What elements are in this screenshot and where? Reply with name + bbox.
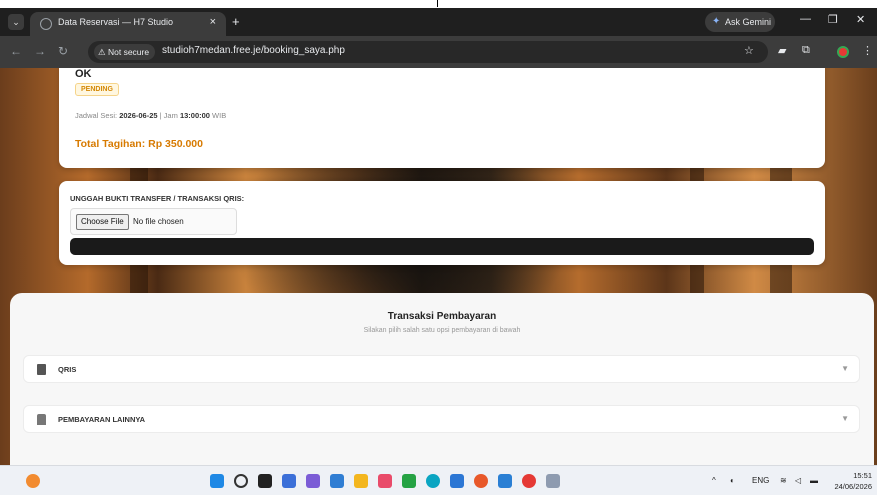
back-icon[interactable]: ← [10, 44, 22, 58]
extensions-icon[interactable]: ⧉ [802, 44, 810, 57]
forward-icon[interactable]: → [34, 44, 46, 58]
vscode-icon[interactable] [498, 474, 512, 488]
booking-card: OK PENDING Jadwal Sesi: 2026-06-25 | Jam… [59, 68, 825, 168]
store-icon[interactable] [450, 474, 464, 488]
no-file-text: No file chosen [133, 217, 184, 226]
top-strip [0, 0, 877, 8]
ask-gemini-label: Ask Gemini [725, 17, 772, 27]
minimize-button[interactable]: — [800, 13, 811, 25]
language-indicator[interactable]: ENG [752, 476, 769, 485]
accordion-label: QRIS [58, 365, 77, 374]
submit-button[interactable] [70, 238, 814, 255]
payment-subtitle: Silakan pilih salah satu opsi pembayaran… [363, 327, 521, 334]
tab-search-icon[interactable]: ⌄ [8, 14, 24, 30]
profile-avatar[interactable] [837, 46, 849, 58]
app-icon[interactable] [378, 474, 392, 488]
edge-icon[interactable] [426, 474, 440, 488]
globe-icon [40, 18, 52, 30]
choose-file-button[interactable]: Choose File [76, 214, 129, 230]
tab-close-icon[interactable]: × [210, 16, 216, 28]
new-tab-button[interactable]: + [232, 14, 240, 29]
firefox-icon[interactable] [474, 474, 488, 488]
not-secure-label: Not secure [107, 47, 150, 57]
chevron-down-icon: ▼ [841, 414, 849, 423]
snipping-tool-icon[interactable] [546, 474, 560, 488]
volume-icon[interactable]: ◁ [795, 476, 801, 485]
reload-icon[interactable]: ↻ [58, 44, 68, 58]
clock[interactable]: 15:51 24/06/2026 [826, 470, 872, 492]
booking-title: OK [75, 68, 92, 80]
schedule-sep: | Jam [157, 111, 180, 120]
wifi-icon[interactable]: ≋ [780, 476, 787, 485]
restore-button[interactable]: ❐ [828, 13, 838, 26]
windows-start-icon[interactable] [210, 474, 224, 488]
tab-active[interactable]: Data Reservasi — H7 Studio × [30, 12, 226, 36]
photos-icon[interactable] [330, 474, 344, 488]
cursor-mark [437, 0, 438, 7]
search-icon[interactable] [234, 474, 248, 488]
accordion-label: PEMBAYARAN LAINNYA [58, 415, 146, 424]
accordion-qris[interactable]: QRIS ▼ [23, 355, 860, 383]
file-input[interactable]: Choose File No file chosen [70, 208, 237, 235]
close-window-button[interactable]: ✕ [856, 13, 865, 26]
tray-chevron-icon[interactable]: ^ [712, 476, 716, 485]
schedule-text: Jadwal Sesi: 2026-06-25 | Jam 13:00:00 W… [75, 111, 226, 120]
tab-title: Data Reservasi — H7 Studio [58, 17, 174, 27]
payment-title: Transaksi Pembayaran [387, 311, 497, 322]
qr-doc-icon [37, 364, 46, 375]
page-viewport: OK PENDING Jadwal Sesi: 2026-06-25 | Jam… [0, 68, 877, 465]
task-view-icon[interactable] [258, 474, 272, 488]
upload-label: UNGGAH BUKTI TRANSFER / TRANSAKSI QRIS: [70, 194, 245, 203]
total-bill: Total Tagihan: Rp 350.000 [75, 138, 203, 150]
whatsapp-icon[interactable] [402, 474, 416, 488]
schedule-suffix: WIB [209, 111, 227, 120]
teams-icon[interactable] [282, 474, 296, 488]
status-badge: PENDING [75, 83, 119, 96]
not-secure-chip[interactable]: ⚠ Not secure [94, 44, 156, 60]
upload-card: UNGGAH BUKTI TRANSFER / TRANSAKSI QRIS: … [59, 181, 825, 265]
bookmark-star-icon[interactable]: ☆ [744, 44, 754, 57]
chevron-down-icon: ▼ [841, 364, 849, 373]
address-bar: ← → ↻ ⚠ Not secure studioh7medan.free.je… [0, 36, 877, 68]
url-text[interactable]: studioh7medan.free.je/booking_saya.php [162, 45, 345, 56]
menu-dots-icon[interactable]: ⋮ [862, 44, 873, 57]
schedule-time: 13:00:00 [179, 111, 210, 120]
battery-icon[interactable]: ▬ [810, 476, 818, 485]
media-icon[interactable]: ▰ [778, 44, 786, 57]
payment-panel: Transaksi Pembayaran Silakan pilih salah… [10, 293, 874, 465]
file-explorer-icon[interactable] [354, 474, 368, 488]
chrome-icon[interactable] [522, 474, 536, 488]
weather-icon[interactable] [26, 474, 40, 488]
clock-date: 24/06/2026 [834, 482, 872, 491]
accordion-other-payment[interactable]: PEMBAYARAN LAINNYA ▼ [23, 405, 860, 433]
clock-time: 15:51 [853, 471, 872, 480]
ask-gemini-button[interactable]: ✦ Ask Gemini [705, 12, 775, 32]
schedule-date: 2026-06-25 [119, 111, 158, 120]
gemini-icon: ✦ [712, 16, 721, 27]
tray-app-icon[interactable]: ◐ [730, 476, 735, 485]
omnibox[interactable]: ⚠ Not secure studioh7medan.free.je/booki… [88, 41, 768, 63]
copilot-icon[interactable] [306, 474, 320, 488]
taskbar: ^ ◐ ENG ≋ ◁ ▬ 15:51 24/06/2026 [0, 465, 877, 495]
schedule-prefix: Jadwal Sesi: [75, 111, 120, 120]
bank-icon [37, 414, 46, 425]
tab-bar: ⌄ Data Reservasi — H7 Studio × + ✦ Ask G… [0, 8, 877, 36]
